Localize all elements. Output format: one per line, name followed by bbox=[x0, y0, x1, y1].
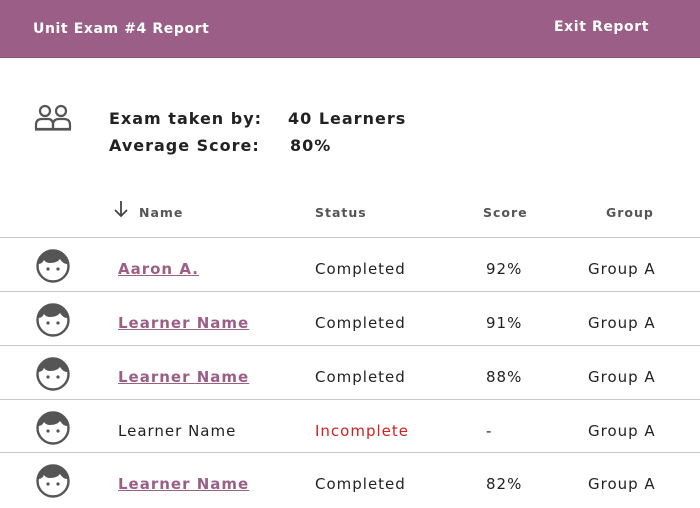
score-cell: - bbox=[486, 422, 493, 440]
status-cell: Completed bbox=[315, 475, 406, 493]
column-header-group: Group bbox=[606, 205, 654, 220]
column-header-score: Score bbox=[483, 205, 528, 220]
average-score-value: 80% bbox=[290, 136, 332, 155]
column-header-name[interactable]: Name bbox=[139, 205, 183, 220]
score-cell: 82% bbox=[486, 475, 523, 493]
avatar-icon bbox=[36, 249, 70, 283]
learner-name-link[interactable]: Aaron A. bbox=[118, 260, 199, 278]
group-cell: Group A bbox=[588, 314, 656, 332]
exam-taken-label: Exam taken by: bbox=[109, 109, 263, 128]
learner-name: Learner Name bbox=[118, 422, 237, 440]
score-cell: 91% bbox=[486, 314, 523, 332]
page-title: Unit Exam #4 Report bbox=[33, 21, 210, 37]
group-cell: Group A bbox=[588, 368, 656, 386]
status-cell: Completed bbox=[315, 368, 406, 386]
status-cell: Completed bbox=[315, 314, 406, 332]
table-row: Learner Name Completed 91% Group A bbox=[0, 291, 700, 345]
status-cell: Completed bbox=[315, 260, 406, 278]
exit-report-button[interactable]: Exit Report bbox=[554, 19, 649, 35]
score-cell: 88% bbox=[486, 368, 523, 386]
avatar-icon bbox=[36, 357, 70, 391]
table-row: Learner Name Completed 88% Group A bbox=[0, 345, 700, 399]
group-icon bbox=[34, 104, 72, 131]
table-header: Name Status Score Group bbox=[0, 196, 700, 236]
learner-name-link[interactable]: Learner Name bbox=[118, 368, 249, 386]
group-cell: Group A bbox=[588, 260, 656, 278]
group-cell: Group A bbox=[588, 422, 656, 440]
average-score-summary: Average Score: 80% bbox=[109, 136, 330, 155]
avatar-icon bbox=[36, 303, 70, 337]
table-row: Aaron A. Completed 92% Group A bbox=[0, 237, 700, 291]
avatar-icon bbox=[36, 411, 70, 445]
score-cell: 92% bbox=[486, 260, 523, 278]
learner-name-link[interactable]: Learner Name bbox=[118, 314, 249, 332]
top-bar: Unit Exam #4 Report Exit Report bbox=[0, 0, 700, 58]
column-header-status: Status bbox=[315, 205, 367, 220]
average-score-label: Average Score: bbox=[109, 136, 260, 155]
learner-name-link[interactable]: Learner Name bbox=[118, 475, 249, 493]
table-row: Learner Name Incomplete - Group A bbox=[0, 399, 700, 453]
table-row: Learner Name Completed 82% Group A bbox=[0, 452, 700, 506]
status-cell: Incomplete bbox=[315, 422, 409, 440]
group-cell: Group A bbox=[588, 475, 656, 493]
exam-taken-summary: Exam taken by: 40 Learners bbox=[109, 109, 405, 128]
exam-taken-value: 40 Learners bbox=[288, 109, 407, 128]
avatar-icon bbox=[36, 464, 70, 498]
arrow-down-icon[interactable] bbox=[113, 200, 129, 218]
